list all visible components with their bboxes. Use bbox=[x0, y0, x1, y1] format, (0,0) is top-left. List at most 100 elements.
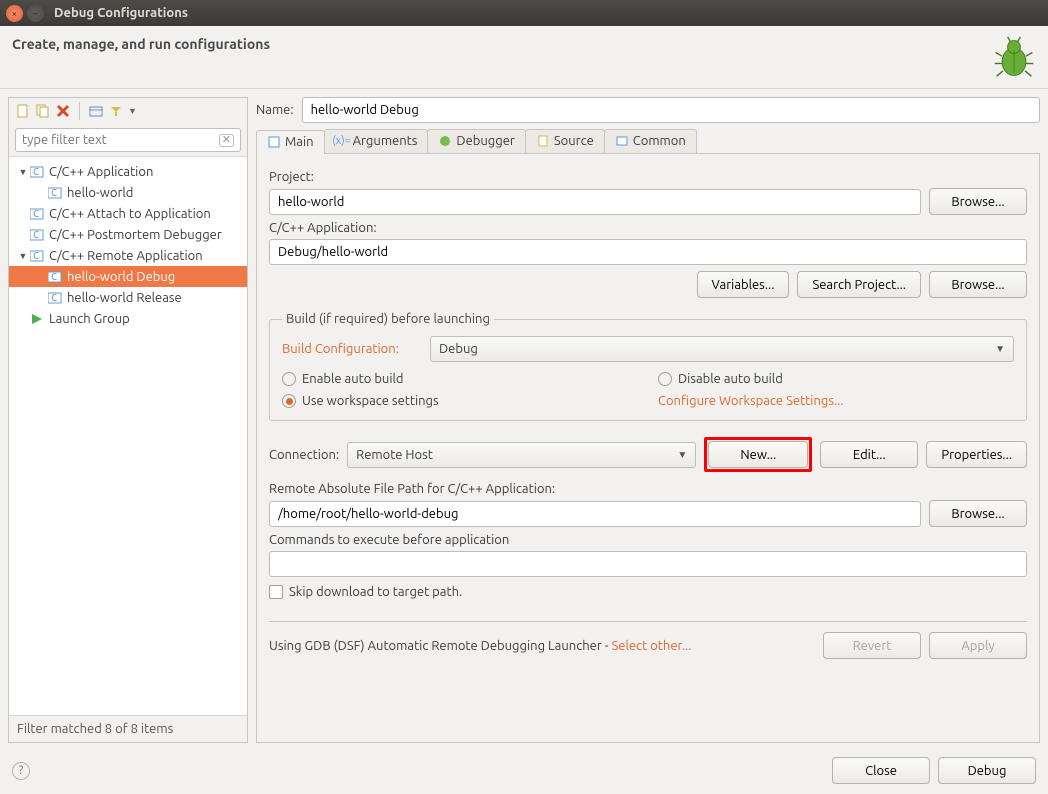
debugger-tab-icon bbox=[438, 134, 452, 148]
filter-text-box[interactable]: ✕ bbox=[15, 128, 241, 152]
tree-item[interactable]: cC/C++ Attach to Application bbox=[9, 203, 247, 224]
duplicate-config-icon[interactable] bbox=[35, 103, 51, 119]
configurations-tree[interactable]: ▼cC/C++ Applicationchello-worldcC/C++ At… bbox=[9, 156, 247, 715]
connection-value: Remote Host bbox=[356, 448, 433, 462]
filter-input[interactable] bbox=[22, 133, 219, 147]
launcher-text: Using GDB (DSF) Automatic Remote Debuggi… bbox=[269, 639, 691, 653]
c-config-icon: c bbox=[47, 270, 63, 284]
tab-arguments[interactable]: (x)= Arguments bbox=[324, 129, 429, 153]
svg-text:c: c bbox=[51, 292, 57, 304]
svg-text:c: c bbox=[51, 271, 57, 283]
new-config-icon[interactable] bbox=[15, 103, 31, 119]
clear-filter-icon[interactable]: ✕ bbox=[219, 134, 234, 147]
application-input[interactable] bbox=[269, 239, 1027, 265]
tree-item[interactable]: ▼cC/C++ Application bbox=[9, 161, 247, 182]
application-label: C/C++ Application: bbox=[269, 221, 1027, 235]
configure-workspace-link[interactable]: Configure Workspace Settings... bbox=[658, 394, 1014, 408]
connection-label: Connection: bbox=[269, 448, 339, 462]
build-fieldset: Build (if required) before launching Bui… bbox=[269, 312, 1027, 421]
c-config-icon: c bbox=[29, 249, 45, 263]
c-config-icon: c bbox=[29, 207, 45, 221]
svg-text:c: c bbox=[33, 250, 39, 262]
tab-debugger[interactable]: Debugger bbox=[427, 129, 525, 153]
dialog-header: Create, manage, and run configurations bbox=[0, 26, 1048, 89]
c-config-icon: c bbox=[47, 291, 63, 305]
window-minimize-button[interactable]: – bbox=[27, 5, 44, 22]
search-project-button[interactable]: Search Project... bbox=[797, 271, 921, 298]
build-config-label: Build Configuration: bbox=[282, 342, 422, 356]
tree-item[interactable]: chello-world Release bbox=[9, 287, 247, 308]
chevron-down-icon[interactable]: ▼ bbox=[128, 106, 137, 116]
tab-debugger-label: Debugger bbox=[456, 134, 514, 148]
config-editor-panel: Name: Main (x)= Arguments Debugger Sourc… bbox=[256, 97, 1040, 743]
chevron-down-icon: ▼ bbox=[677, 449, 687, 461]
revert-button[interactable]: Revert bbox=[823, 632, 921, 659]
build-legend: Build (if required) before launching bbox=[282, 312, 494, 326]
skip-download-label: Skip download to target path. bbox=[289, 585, 462, 599]
common-tab-icon bbox=[615, 134, 629, 148]
launch-group-icon bbox=[29, 312, 45, 326]
debug-button[interactable]: Debug bbox=[938, 757, 1036, 784]
enable-auto-build-radio[interactable]: Enable auto build bbox=[282, 372, 638, 386]
remote-path-browse-button[interactable]: Browse... bbox=[929, 500, 1027, 527]
tree-item[interactable]: ▼cC/C++ Remote Application bbox=[9, 245, 247, 266]
build-config-value: Debug bbox=[439, 342, 478, 356]
connection-properties-button[interactable]: Properties... bbox=[926, 441, 1027, 468]
project-input[interactable] bbox=[269, 189, 921, 215]
use-workspace-settings-radio[interactable]: Use workspace settings bbox=[282, 394, 638, 408]
remote-path-label: Remote Absolute File Path for C/C++ Appl… bbox=[269, 482, 1027, 496]
help-icon[interactable]: ? bbox=[12, 762, 30, 780]
new-connection-highlight: New... bbox=[704, 437, 812, 472]
debug-bug-icon bbox=[992, 36, 1036, 80]
name-input[interactable] bbox=[302, 97, 1040, 123]
tab-arguments-label: Arguments bbox=[353, 134, 418, 148]
filter-status: Filter matched 8 of 8 items bbox=[9, 715, 247, 742]
tab-main[interactable]: Main bbox=[256, 130, 325, 154]
chevron-down-icon: ▼ bbox=[995, 343, 1005, 355]
collapse-all-icon[interactable] bbox=[88, 103, 104, 119]
close-button[interactable]: Close bbox=[832, 757, 930, 784]
tree-item[interactable]: Launch Group bbox=[9, 308, 247, 329]
filter-dropdown-icon[interactable] bbox=[108, 103, 124, 119]
tree-item[interactable]: chello-world Debug bbox=[9, 266, 247, 287]
left-toolbar: ▼ bbox=[9, 98, 247, 124]
remote-path-input[interactable] bbox=[269, 501, 921, 527]
edit-connection-button[interactable]: Edit... bbox=[820, 441, 918, 468]
tab-source[interactable]: Source bbox=[525, 129, 605, 153]
tab-source-label: Source bbox=[554, 134, 594, 148]
c-config-icon: c bbox=[29, 165, 45, 179]
application-browse-button[interactable]: Browse... bbox=[929, 271, 1027, 298]
svg-text:c: c bbox=[33, 208, 39, 220]
disable-auto-build-radio[interactable]: Disable auto build bbox=[658, 372, 1014, 386]
c-config-icon: c bbox=[29, 228, 45, 242]
tab-common[interactable]: Common bbox=[604, 129, 697, 153]
build-config-select[interactable]: Debug ▼ bbox=[430, 336, 1014, 362]
skip-download-checkbox[interactable] bbox=[269, 585, 283, 599]
tab-bar: Main (x)= Arguments Debugger Source Comm… bbox=[256, 129, 1040, 154]
c-config-icon: c bbox=[47, 186, 63, 200]
dialog-bottom-bar: ? Close Debug bbox=[0, 751, 1048, 794]
name-label: Name: bbox=[256, 103, 294, 117]
select-other-launcher-link[interactable]: Select other... bbox=[611, 639, 691, 653]
commands-input[interactable] bbox=[269, 551, 1027, 577]
window-title: Debug Configurations bbox=[54, 6, 188, 20]
apply-button[interactable]: Apply bbox=[929, 632, 1027, 659]
svg-text:c: c bbox=[33, 166, 39, 178]
tree-item[interactable]: cC/C++ Postmortem Debugger bbox=[9, 224, 247, 245]
delete-config-icon[interactable] bbox=[55, 103, 71, 119]
tab-common-label: Common bbox=[633, 134, 686, 148]
main-tab-body: Project: Browse... C/C++ Application: Va… bbox=[256, 154, 1040, 743]
connection-select[interactable]: Remote Host ▼ bbox=[347, 442, 696, 468]
project-browse-button[interactable]: Browse... bbox=[929, 188, 1027, 215]
variables-button[interactable]: Variables... bbox=[697, 271, 790, 298]
tab-main-label: Main bbox=[285, 135, 314, 149]
main-tab-icon bbox=[267, 135, 281, 149]
window-close-button[interactable]: × bbox=[6, 5, 23, 22]
window-titlebar: × – Debug Configurations bbox=[0, 0, 1048, 26]
commands-label: Commands to execute before application bbox=[269, 533, 1027, 547]
arguments-tab-icon: (x)= bbox=[335, 134, 349, 148]
tree-item[interactable]: chello-world bbox=[9, 182, 247, 203]
new-connection-button[interactable]: New... bbox=[708, 441, 808, 468]
svg-text:c: c bbox=[33, 229, 39, 241]
configurations-panel: ▼ ✕ ▼cC/C++ Applicationchello-worldcC/C+… bbox=[8, 97, 248, 743]
